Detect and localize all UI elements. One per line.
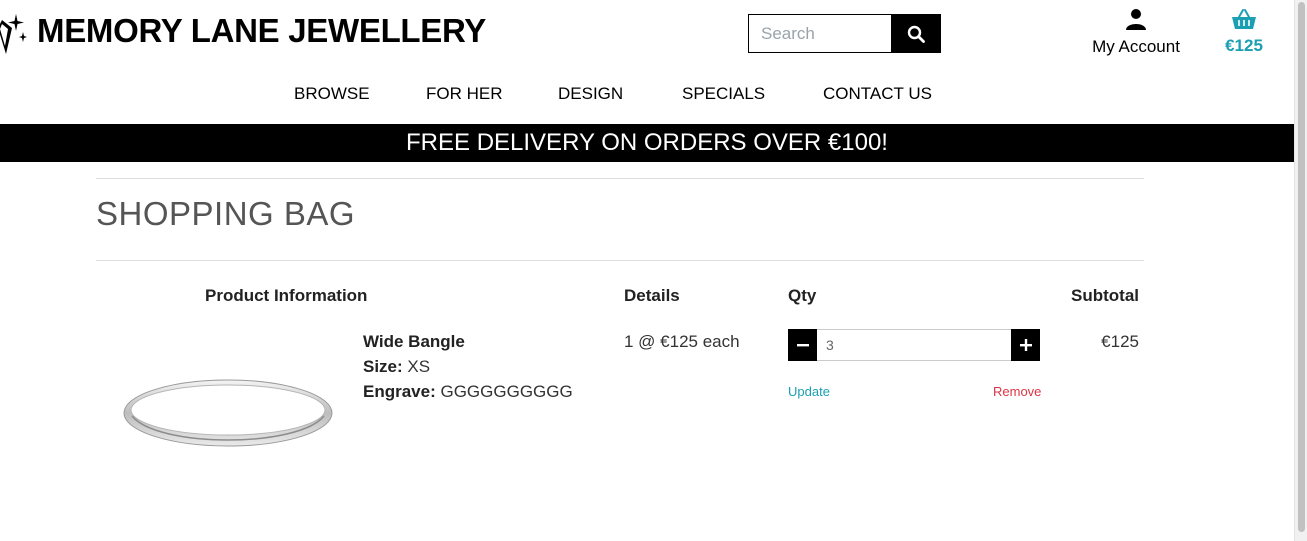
product-engrave: Engrave: GGGGGGGGGG xyxy=(363,382,573,402)
item-subtotal: €125 xyxy=(1101,332,1139,351)
nav-item-for-her[interactable]: FOR HER xyxy=(426,84,503,104)
page-scrollbar[interactable] xyxy=(1294,0,1307,541)
plus-icon xyxy=(1019,339,1032,351)
user-icon xyxy=(1126,9,1146,30)
product-name[interactable]: Wide Bangle xyxy=(363,332,465,352)
search-button[interactable] xyxy=(891,14,941,53)
product-size: Size: XS xyxy=(363,357,430,377)
engrave-value: GGGGGGGGGG xyxy=(440,382,573,401)
decrement-button[interactable] xyxy=(788,329,817,361)
cart-link[interactable]: €125 xyxy=(1219,8,1269,56)
quantity-stepper xyxy=(788,329,1040,361)
divider xyxy=(96,178,1144,179)
column-header-product: Product Information xyxy=(205,286,368,305)
update-link[interactable]: Update xyxy=(788,384,830,399)
divider xyxy=(96,260,1144,261)
my-account-link[interactable]: My Account xyxy=(1090,8,1182,57)
minus-icon xyxy=(796,344,809,347)
basket-icon xyxy=(1232,9,1256,29)
brand-name[interactable]: MEMORY LANE JEWELLERY xyxy=(37,11,486,51)
search-input[interactable] xyxy=(748,14,891,53)
nav-item-contact-us[interactable]: CONTACT US xyxy=(823,84,932,104)
site-header: MEMORY LANE JEWELLERY My Account €125 xyxy=(0,0,1294,70)
engrave-label: Engrave: xyxy=(363,382,436,401)
column-header-qty: Qty xyxy=(788,286,817,305)
nav-item-browse[interactable]: BROWSE xyxy=(294,84,370,104)
increment-button[interactable] xyxy=(1011,329,1040,361)
delivery-banner: FREE DELIVERY ON ORDERS OVER €100! xyxy=(0,124,1294,162)
search-form xyxy=(748,14,941,53)
page-title: SHOPPING BAG xyxy=(96,195,356,232)
product-image[interactable] xyxy=(118,368,338,458)
main-nav: BROWSE FOR HER DESIGN SPECIALS CONTACT U… xyxy=(0,84,1294,108)
column-header-subtotal: Subtotal xyxy=(1071,286,1139,305)
price-details: 1 @ €125 each xyxy=(624,332,740,351)
nav-item-design[interactable]: DESIGN xyxy=(558,84,623,104)
cart-total: €125 xyxy=(1225,36,1263,55)
search-icon xyxy=(907,25,925,43)
size-label: Size: xyxy=(363,357,403,376)
quantity-input[interactable] xyxy=(817,329,1011,361)
size-value: XS xyxy=(407,357,431,376)
diamond-sparkle-icon[interactable] xyxy=(0,10,28,58)
scrollbar-thumb[interactable] xyxy=(1298,2,1305,532)
account-label: My Account xyxy=(1092,37,1180,56)
column-header-details: Details xyxy=(624,286,680,305)
remove-link[interactable]: Remove xyxy=(993,384,1041,399)
nav-item-specials[interactable]: SPECIALS xyxy=(682,84,765,104)
